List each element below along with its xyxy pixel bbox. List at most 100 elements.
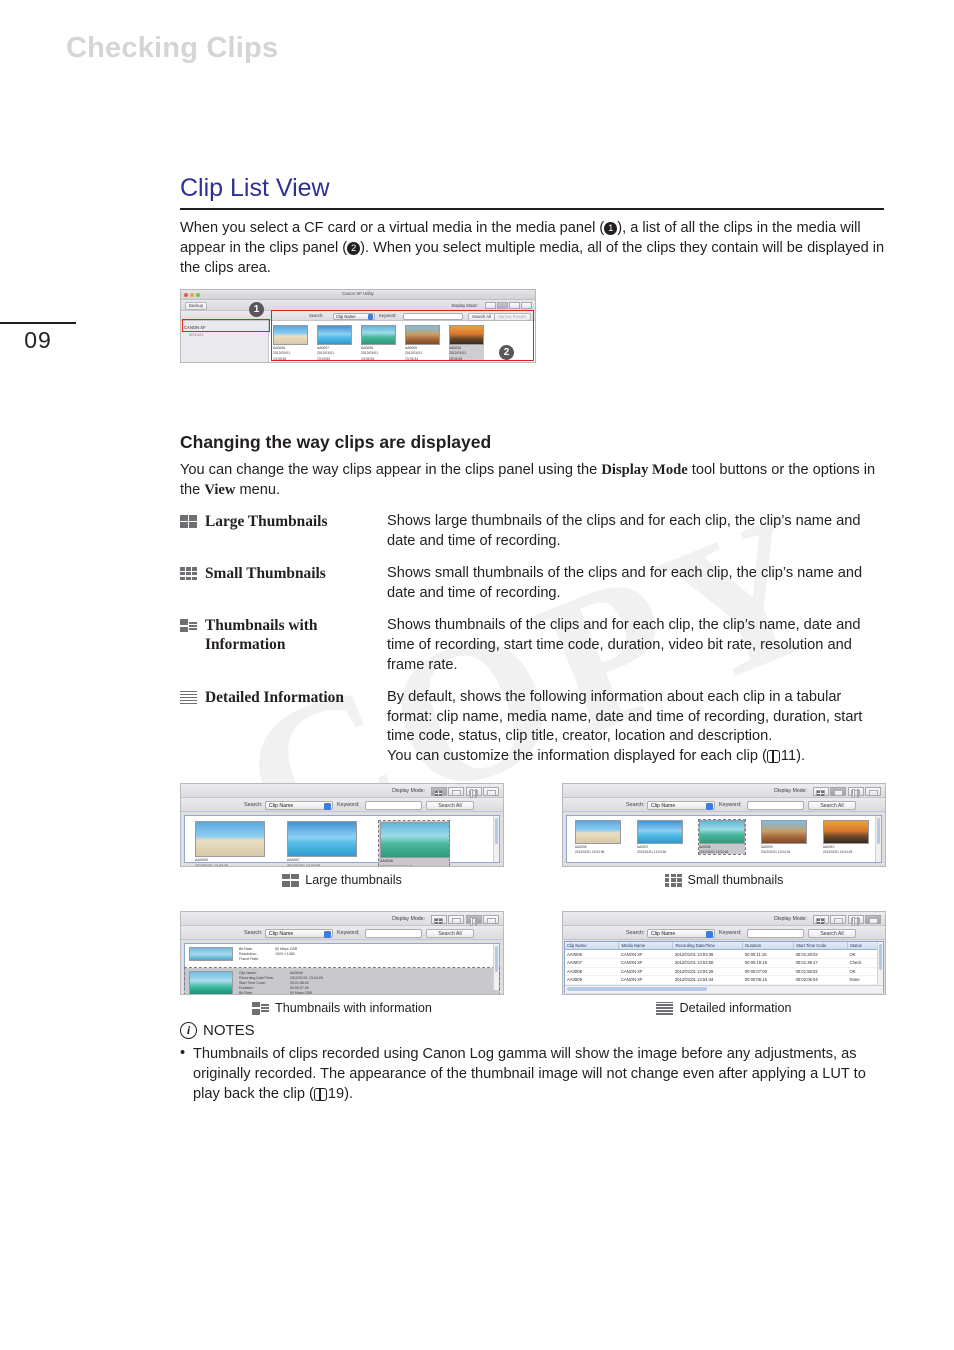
search-field-select[interactable]: Clip Name [647,928,715,938]
window-controls[interactable] [184,292,200,297]
display-mode-info-button[interactable] [847,915,864,926]
clip-thumbnail-image[interactable] [195,821,265,857]
figure-clips-area[interactable]: AA0006 2012/01/01 13:03:36 AA0007 2012/0… [566,815,882,863]
display-mode-small-button[interactable] [830,787,846,796]
table-row[interactable]: AA0009 CANON XF 2012/01/01 13:04:34 00:0… [565,975,883,985]
column-header-clip-name[interactable]: Clip Name [565,942,620,951]
display-mode-info-button[interactable] [509,302,520,309]
display-mode-label: Display Mode: [774,916,807,922]
table-row[interactable]: AA0007 CANON XF 2012/01/01 13:03:50 00:0… [565,958,883,968]
display-mode-buttons[interactable] [430,915,499,926]
book-reference-icon [766,749,780,763]
display-mode-detail-button[interactable] [865,915,881,924]
clip-thumbnail-image[interactable] [189,947,233,961]
clip-info-block[interactable]: Bit Rate: Resolution: Frame Rate: 50 Mbp… [185,944,499,966]
clip-thumbnail-image[interactable] [637,820,683,844]
figure-clips-table-area[interactable]: Clip Name Media Name Recording Date/Time… [564,941,884,994]
clip-item-selected[interactable]: AA0008 2012/01/01 13:04:26 [378,819,450,866]
vertical-scrollbar[interactable] [875,816,881,862]
table-row[interactable]: AA0006 CANON XF 2012/01/01 13:03:36 00:0… [565,949,883,959]
display-mode-small-button[interactable] [830,915,846,924]
clip-thumbnail-image[interactable] [575,820,621,844]
scrollbar-thumb[interactable] [567,987,707,992]
scrollbar-thumb[interactable] [495,818,498,844]
horizontal-scrollbar[interactable] [565,985,883,992]
scrollbar-thumb[interactable] [879,944,882,970]
clip-item[interactable]: AA0009 2012/01/01 13:04:34 [761,820,807,854]
maximize-icon[interactable] [196,292,200,297]
cell-clip-name: AA0007 [565,958,619,968]
scrollbar-thumb[interactable] [877,818,880,844]
display-mode-buttons[interactable] [812,787,881,798]
display-mode-large-button[interactable] [812,787,829,796]
running-head: Checking Clips [66,32,279,64]
keyword-input[interactable] [365,800,422,810]
close-icon[interactable] [184,292,188,297]
clip-item[interactable]: AA0007 2012/01/01 13:03:50 [287,821,357,866]
clip-item[interactable]: AA0006 2012/01/01 13:03:36 [195,821,265,866]
search-field-select[interactable]: Clip Name [265,800,333,810]
field-value: 50 Mbps CBR [289,991,313,995]
sub-intro-part1: You can change the way clips appear in t… [180,462,602,478]
search-all-button[interactable]: Search All [808,928,856,938]
display-mode-large-button[interactable] [485,302,496,309]
table-row[interactable]: AA0011 CANON XF 2012/01/01 15:05:16 00:0… [565,992,883,994]
column-header-media-name[interactable]: Media Name [618,942,674,951]
table-row[interactable]: AA0008 CANON XF 2012/01/01 13:04:26 00:0… [565,967,883,977]
display-mode-buttons[interactable] [430,787,499,798]
display-mode-large-button[interactable] [430,915,447,924]
search-field-select[interactable]: Clip Name [265,928,333,938]
display-mode-info-button[interactable] [847,787,864,798]
backup-button[interactable]: Backup [185,301,207,310]
clip-thumbnail-image[interactable] [287,821,357,857]
clip-item[interactable]: AA0007 2012/01/01 13:03:50 [637,820,683,854]
keyword-input[interactable] [365,928,422,938]
column-header-start-time-code[interactable]: Start Time Code [793,942,849,951]
figure-clips-area[interactable]: AA0006 2012/01/01 13:03:36 AA0007 2012/0… [184,815,500,866]
display-mode-detail-button[interactable] [865,787,881,796]
search-all-button[interactable]: Search All [808,800,856,810]
figure-clips-area[interactable]: Bit Rate: Resolution: Frame Rate: 50 Mbp… [184,943,500,994]
figure-caption-text: Large thumbnails [305,873,402,887]
column-header-recording-datetime[interactable]: Recording Date/Time [672,942,744,951]
display-mode-detail-button[interactable] [521,302,532,309]
cell-media-name: CANON XF [618,949,673,959]
search-all-button[interactable]: Search All [426,800,474,810]
clip-thumbnail-image[interactable] [189,970,233,994]
display-mode-large-button[interactable] [812,915,829,924]
clip-info-block-selected[interactable]: Clip Name: Recording Date/Time: Start Ti… [184,966,500,995]
clip-item[interactable]: AA0010 2012/01/01 15:04:45 [823,820,869,854]
vertical-scrollbar[interactable] [493,944,499,990]
column-header-duration[interactable]: Duration [742,942,795,951]
clip-thumbnail-image[interactable] [761,820,807,844]
display-mode-large-button[interactable] [430,787,447,796]
clip-thumbnail-image[interactable] [823,820,869,844]
display-mode-small-button[interactable] [448,915,464,924]
section-intro-paragraph: When you select a CF card or a virtual m… [180,218,886,278]
minimize-icon[interactable] [190,292,194,297]
display-mode-info-button[interactable] [465,915,482,926]
display-mode-small-button[interactable] [448,787,464,796]
display-mode-info-button[interactable] [465,787,482,798]
figure-small-thumbnails: Display Mode: Search: Clip Name Keyword:… [562,783,886,887]
display-mode-detail-button[interactable] [483,915,499,924]
display-mode-detail-button[interactable] [483,787,499,796]
clip-thumbnail-image[interactable] [699,820,745,844]
search-field-select[interactable]: Clip Name [647,800,715,810]
vertical-scrollbar[interactable] [493,816,499,862]
keyword-input[interactable] [747,800,804,810]
keyword-input[interactable] [747,928,804,938]
detailed-information-icon [868,918,878,924]
clip-item-selected[interactable]: AA0008 2012/01/01 13:04:26 [698,818,746,856]
media-panel-subitem[interactable]: MEDIA1 [189,332,204,337]
display-mode-buttons[interactable] [485,302,532,309]
display-mode-term: Display Mode [601,462,688,478]
display-mode-buttons[interactable] [812,915,881,926]
definition-term-label: Detailed Information [205,689,344,707]
scrollbar-thumb[interactable] [495,946,498,972]
display-mode-small-button[interactable] [497,302,508,309]
clip-thumbnail-image[interactable] [380,822,450,858]
search-all-button[interactable]: Search All [426,928,474,938]
clip-item[interactable]: AA0006 2012/01/01 13:03:36 [575,820,621,854]
clip-datetime: 2012/01/01 13:03:36 [575,850,605,855]
